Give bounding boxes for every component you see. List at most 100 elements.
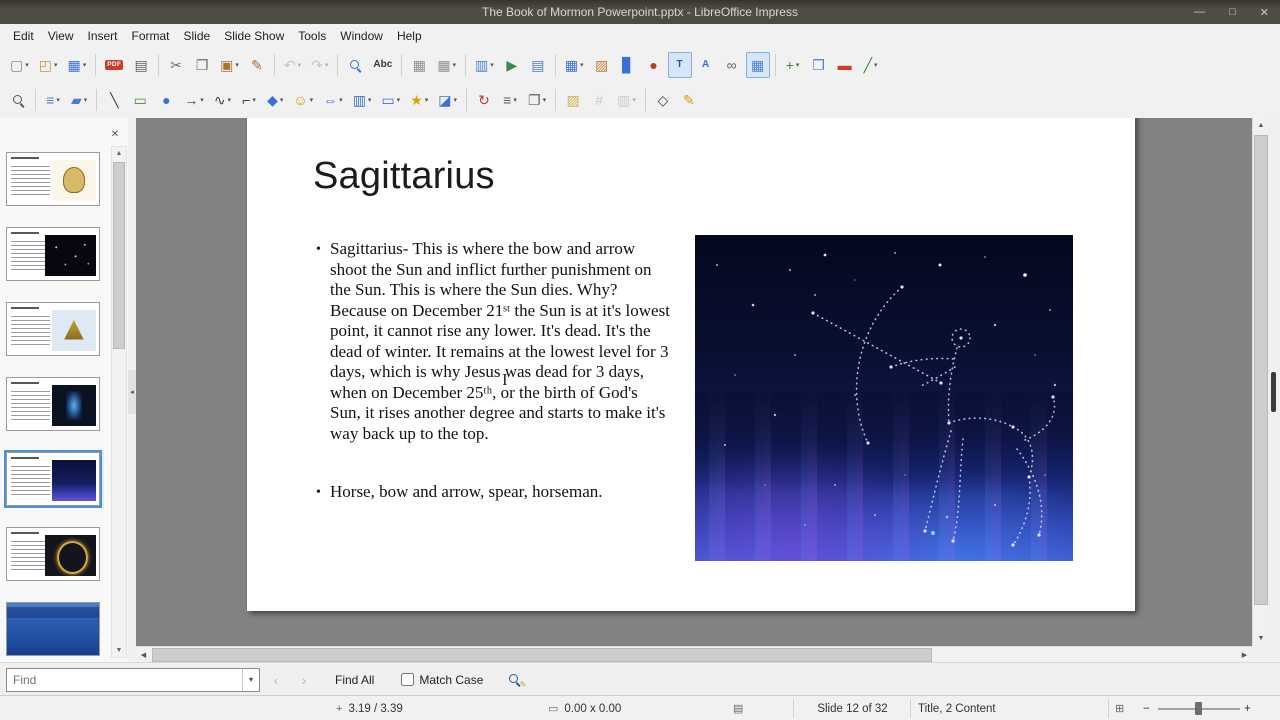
undo-dropdown-arrow[interactable]: ▾ <box>298 61 302 69</box>
minimize-icon[interactable]: — <box>1191 6 1208 18</box>
content-text-box[interactable]: Sagittarius- This is where the bow and a… <box>315 239 671 503</box>
3d-objects-dropdown-arrow[interactable]: ▾ <box>454 96 458 104</box>
slide-number-indicator[interactable]: Slide 12 of 32 <box>800 696 905 720</box>
vertical-scrollbar-thumb[interactable] <box>1254 135 1268 605</box>
menu-window[interactable]: Window <box>333 25 390 47</box>
display-views-button[interactable]: ▥ ▾ <box>471 52 498 78</box>
basic-shapes-button[interactable]: ◆ ▾ <box>263 87 287 113</box>
match-case-checkbox[interactable] <box>401 673 415 686</box>
image-filter-button[interactable]: ▥ ▾ <box>613 87 640 113</box>
block-arrows-button[interactable]: ⇔ ▾ <box>319 87 347 113</box>
slide-canvas[interactable]: Sagittarius Sagittarius- This is where t… <box>136 118 1252 646</box>
menu-format[interactable]: Format <box>125 25 177 47</box>
open-file-dropdown-arrow[interactable]: ▾ <box>54 61 58 69</box>
scroll-right-icon[interactable]: ▶ <box>1237 647 1252 663</box>
insert-hyperlink-button[interactable]: ∞ <box>720 52 744 78</box>
document-modified-segment[interactable]: ▤ <box>733 696 743 720</box>
redo-button[interactable]: ↷ ▾ <box>307 52 332 78</box>
display-views-dropdown-arrow[interactable]: ▾ <box>490 61 494 69</box>
zoom-fit-segment[interactable]: ⊞ <box>1115 696 1124 720</box>
redo-dropdown-arrow[interactable]: ▾ <box>325 61 329 69</box>
menu-view[interactable]: View <box>41 25 81 47</box>
block-arrows-dropdown-arrow[interactable]: ▾ <box>339 96 343 104</box>
save-dropdown-arrow[interactable]: ▾ <box>83 61 87 69</box>
find-and-replace-button[interactable]: ✎ <box>501 668 528 692</box>
zoom-slider-thumb[interactable] <box>1194 702 1202 715</box>
title-bar[interactable]: The Book of Mormon Powerpoint.pptx - Lib… <box>0 0 1280 24</box>
export-pdf-button[interactable]: PDF <box>101 52 127 78</box>
bullet-item[interactable]: Horse, bow and arrow, spear, horseman. <box>315 482 671 503</box>
slide-title-text-box[interactable]: Sagittarius <box>313 155 495 198</box>
close-icon[interactable]: ✕ <box>1257 6 1272 19</box>
slide-layout-indicator[interactable]: Title, 2 Content <box>918 696 996 720</box>
shadow-button[interactable]: ▨ <box>561 87 585 113</box>
symbol-shapes-button[interactable]: ☺ ▾ <box>289 87 317 113</box>
align-objects-button[interactable]: ≡ ▾ <box>498 87 522 113</box>
insert-line-arrow-button[interactable]: ╱ ▾ <box>859 52 883 78</box>
connectors-dropdown-arrow[interactable]: ▾ <box>252 96 256 104</box>
slide-thumbnail-6-capricorn[interactable] <box>4 525 104 583</box>
slide-thumbnail-1-leo[interactable] <box>4 150 104 208</box>
find-next-button[interactable]: › <box>292 668 316 692</box>
maximize-icon[interactable]: □ <box>1226 6 1239 18</box>
insert-text-box-button[interactable]: T <box>667 52 692 78</box>
find-previous-button[interactable]: ‹ <box>264 668 288 692</box>
open-file-button[interactable]: ◰ ▾ <box>35 52 62 78</box>
display-grid-button[interactable]: ▦ <box>407 52 431 78</box>
menu-slide[interactable]: Slide <box>177 25 218 47</box>
scroll-up-icon[interactable]: ▲ <box>1253 118 1269 133</box>
curves-and-polygons-button[interactable]: ∿ ▾ <box>210 87 235 113</box>
rectangle-button[interactable]: ▭ <box>128 87 152 113</box>
slide-thumbnail-2-virgo[interactable] <box>4 225 104 283</box>
line-style-dropdown-arrow[interactable]: ▾ <box>56 96 60 104</box>
delete-slide-button[interactable]: ▬ <box>833 52 857 78</box>
display-snap-guides-button[interactable]: ▦ <box>745 52 770 78</box>
panel-scroll-down-icon[interactable]: ▼ <box>112 644 126 657</box>
find-and-replace-button[interactable] <box>343 52 367 78</box>
undo-button[interactable]: ↶ ▾ <box>280 52 305 78</box>
panel-scrollbar[interactable]: ▲ ▼ <box>111 146 127 658</box>
slide-thumbnail-5-sagittarius[interactable] <box>4 450 104 508</box>
vertical-scrollbar[interactable]: ▲ ▼ <box>1252 118 1269 646</box>
horizontal-scrollbar-thumb[interactable] <box>152 648 932 662</box>
clone-formatting-button[interactable]: ✎ <box>245 52 269 78</box>
duplicate-slide-button[interactable]: ❐ <box>807 52 831 78</box>
slide-page[interactable]: Sagittarius Sagittarius- This is where t… <box>247 118 1135 611</box>
zoom-pan-button[interactable] <box>6 87 30 113</box>
menu-tools[interactable]: Tools <box>291 25 333 47</box>
snap-to-grid-dropdown-arrow[interactable]: ▾ <box>453 61 457 69</box>
insert-table-dropdown-arrow[interactable]: ▾ <box>580 61 584 69</box>
insert-media-button[interactable]: ● <box>642 52 666 78</box>
star-shapes-dropdown-arrow[interactable]: ▾ <box>425 96 429 104</box>
line-style-button[interactable]: ≡ ▾ <box>41 87 65 113</box>
new-slide-button[interactable]: + ▾ <box>781 52 805 78</box>
star-shapes-button[interactable]: ★ ▾ <box>406 87 432 113</box>
flowchart-shapes-button[interactable]: ▥ ▾ <box>349 87 376 113</box>
curves-and-polygons-dropdown-arrow[interactable]: ▾ <box>228 96 232 104</box>
slide-thumbnail-7-blue-title[interactable] <box>4 600 104 658</box>
connectors-button[interactable]: ⌐ ▾ <box>237 87 261 113</box>
flowchart-shapes-dropdown-arrow[interactable]: ▾ <box>368 96 372 104</box>
symbol-shapes-dropdown-arrow[interactable]: ▾ <box>310 96 314 104</box>
copy-button[interactable]: ❐ <box>190 52 214 78</box>
spelling-button[interactable]: Abc <box>369 52 396 78</box>
start-from-first-slide-button[interactable]: ▶ <box>500 52 524 78</box>
bullet-item[interactable]: Sagittarius- This is where the bow and a… <box>315 239 671 444</box>
menu-insert[interactable]: Insert <box>80 25 124 47</box>
glue-points-button[interactable]: ✎ <box>677 87 701 113</box>
3d-objects-button[interactable]: ◪ ▾ <box>434 87 461 113</box>
panel-scrollbar-thumb[interactable] <box>113 162 125 349</box>
sagittarius-constellation-image[interactable] <box>695 235 1073 561</box>
master-slide-button[interactable]: ▤ <box>526 52 550 78</box>
save-button[interactable]: ▦ ▾ <box>64 52 91 78</box>
fill-color-button[interactable]: ▰ ▾ <box>67 87 91 113</box>
basic-shapes-dropdown-arrow[interactable]: ▾ <box>280 96 284 104</box>
horizontal-scrollbar[interactable]: ◀ ▶ <box>136 646 1252 663</box>
insert-fontwork-button[interactable]: A <box>694 52 718 78</box>
callout-shapes-button[interactable]: ▭ ▾ <box>377 87 404 113</box>
panel-scroll-up-icon[interactable]: ▲ <box>112 147 126 160</box>
sidebar-collapse-handle[interactable] <box>1271 372 1276 412</box>
slide-thumbnail-4-scorpio[interactable] <box>4 375 104 433</box>
new-slide-dropdown-arrow[interactable]: ▾ <box>796 61 800 69</box>
callout-shapes-dropdown-arrow[interactable]: ▾ <box>397 96 401 104</box>
